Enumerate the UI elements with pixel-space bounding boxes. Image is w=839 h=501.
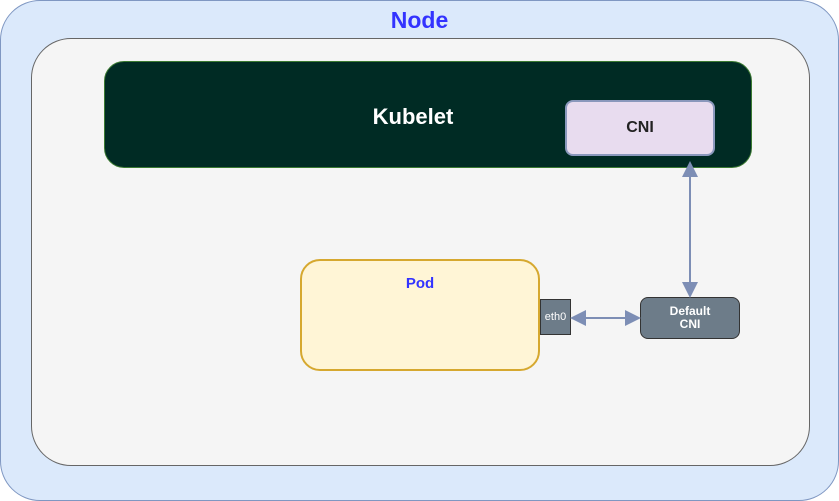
inner-container: Kubelet CNI Pod eth0 Default CNI: [31, 38, 810, 466]
default-cni-box: Default CNI: [640, 297, 740, 339]
node-title: Node: [1, 1, 838, 34]
kubelet-box: Kubelet CNI: [104, 61, 752, 168]
pod-title: Pod: [302, 261, 538, 292]
pod-box: Pod: [300, 259, 540, 371]
eth0-interface-box: eth0: [540, 299, 571, 335]
node-container: Node Kubelet CNI Pod eth0 Default CNI: [0, 0, 839, 501]
cni-plugin-box: CNI: [565, 100, 715, 156]
eth0-label: eth0: [545, 311, 566, 323]
default-cni-line2: CNI: [680, 318, 701, 331]
cni-plugin-label: CNI: [626, 119, 654, 137]
